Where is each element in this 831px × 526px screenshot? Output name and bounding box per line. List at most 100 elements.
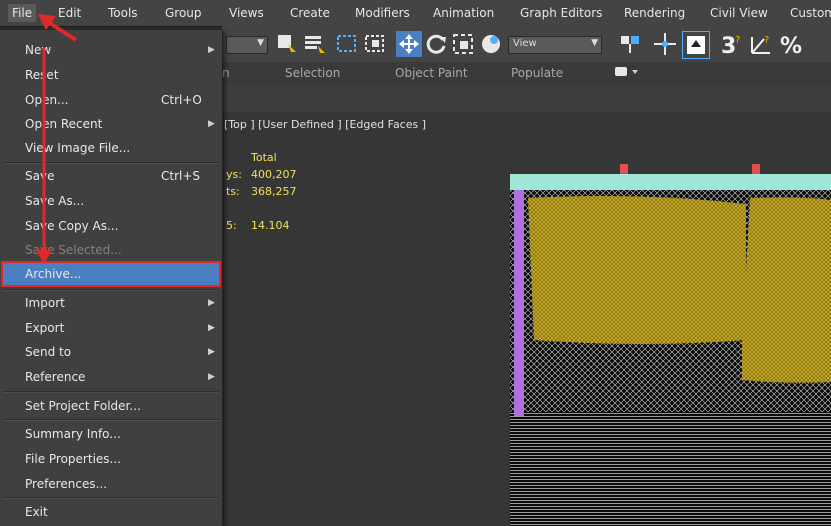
chevron-down-icon: ▼ xyxy=(591,38,598,48)
submenu-arrow-icon: ▶ xyxy=(208,347,215,357)
menu-item-label: File Properties... xyxy=(25,452,121,466)
viewport-label[interactable]: [Top ] [User Defined ] [Edged Faces ] xyxy=(224,118,426,131)
menu-animation[interactable]: Animation xyxy=(433,4,494,22)
menu-rendering[interactable]: Rendering xyxy=(624,4,685,22)
menu-group[interactable]: Group xyxy=(165,4,202,22)
selection-filter-dropdown[interactable]: ▼ xyxy=(226,36,268,54)
stats-fps-label: 5: xyxy=(226,219,237,232)
scale-icon[interactable] xyxy=(450,31,476,57)
menu-separator xyxy=(3,391,219,393)
menu-item-label: Export xyxy=(25,321,65,335)
stats-verts-value: 368,257 xyxy=(251,185,297,198)
select-and-manipulate-icon[interactable] xyxy=(652,31,678,57)
stats-polys-label: ys: xyxy=(226,168,242,181)
viewport-top[interactable] xyxy=(222,112,831,526)
menu-item-label: Save xyxy=(25,169,55,183)
menu-separator xyxy=(3,419,219,421)
menu-item-label: Reference xyxy=(25,370,86,384)
file-menu-exit[interactable]: Exit xyxy=(3,501,219,523)
file-menu-save-selected: Save Selected... xyxy=(3,239,219,261)
menu-separator xyxy=(3,497,219,499)
file-menu-set-project-folder[interactable]: Set Project Folder... xyxy=(3,395,219,417)
menu-item-label: Import xyxy=(25,296,65,310)
menu-create[interactable]: Create xyxy=(290,4,330,22)
menu-item-label: Open... xyxy=(25,93,69,107)
menu-item-label: New xyxy=(25,43,52,57)
ribbon-tab-selection[interactable]: Selection xyxy=(285,66,340,80)
menu-item-label: Preferences... xyxy=(25,477,108,491)
reference-coordinate-dropdown[interactable]: View ▼ xyxy=(508,36,602,54)
ribbon-tab-populate[interactable]: Populate xyxy=(511,66,563,80)
menu-separator xyxy=(3,162,219,164)
file-menu-file-properties[interactable]: File Properties... xyxy=(3,448,219,470)
ribbon-options-icon[interactable] xyxy=(614,65,640,82)
submenu-arrow-icon: ▶ xyxy=(208,323,215,333)
menu-bar: File Edit Tools Group Views Create Modif… xyxy=(0,0,831,27)
file-menu-view-image-file[interactable]: View Image File... xyxy=(3,137,219,159)
menu-item-label: Open Recent xyxy=(25,117,103,131)
ribbon-tab-partial[interactable]: n xyxy=(222,66,230,80)
file-menu-open[interactable]: Open... Ctrl+O xyxy=(3,89,219,111)
file-menu-summary-info[interactable]: Summary Info... xyxy=(3,423,219,445)
stats-polys-value: 400,207 xyxy=(251,168,297,181)
menu-item-label: Set Project Folder... xyxy=(25,399,141,413)
ribbon-panel xyxy=(222,86,831,113)
file-menu-import[interactable]: Import ▶ xyxy=(3,292,219,314)
menu-graph-editors[interactable]: Graph Editors xyxy=(520,4,602,22)
menu-item-label: Save Copy As... xyxy=(25,219,119,233)
file-menu-save-as[interactable]: Save As... xyxy=(3,190,219,212)
rectangular-selection-icon[interactable] xyxy=(334,31,360,57)
menu-edit[interactable]: Edit xyxy=(58,4,81,22)
svg-text:?: ? xyxy=(764,35,769,46)
percent-snap-icon[interactable]: % xyxy=(778,31,804,57)
ribbon-tabs: n Selection Object Paint Populate xyxy=(222,62,831,87)
main-toolbar: ▼ View ▼ 3? ? % xyxy=(222,26,831,63)
select-object-icon[interactable] xyxy=(274,31,300,57)
select-by-name-icon[interactable] xyxy=(302,31,328,57)
menu-item-label: Save Selected... xyxy=(25,243,122,257)
mesh-wireframe-image xyxy=(510,164,831,526)
menu-item-shortcut: Ctrl+O xyxy=(161,93,202,107)
file-menu-preferences[interactable]: Preferences... xyxy=(3,473,219,495)
menu-file[interactable]: File xyxy=(8,4,37,22)
snaps-toggle-icon[interactable]: 3? xyxy=(718,31,744,57)
window-crossing-icon[interactable] xyxy=(362,31,388,57)
menu-item-label: View Image File... xyxy=(25,141,131,155)
reference-coordinate-label: View xyxy=(513,38,537,49)
submenu-arrow-icon: ▶ xyxy=(208,119,215,129)
menu-tools[interactable]: Tools xyxy=(108,4,138,22)
menu-separator xyxy=(3,289,219,291)
pivot-point-icon[interactable] xyxy=(618,31,644,57)
svg-text:%: % xyxy=(780,34,802,57)
ribbon-tab-object-paint[interactable]: Object Paint xyxy=(395,66,468,80)
stats-total-header: Total xyxy=(251,151,277,164)
file-menu-export[interactable]: Export ▶ xyxy=(3,317,219,339)
angle-snap-icon[interactable]: ? xyxy=(748,31,774,57)
menu-item-label: Summary Info... xyxy=(25,427,121,441)
keyboard-shortcut-override-icon[interactable] xyxy=(682,31,710,59)
file-menu-reset[interactable]: Reset xyxy=(3,64,219,86)
menu-views[interactable]: Views xyxy=(229,4,264,22)
menu-item-label: Send to xyxy=(25,345,72,359)
menu-modifiers[interactable]: Modifiers xyxy=(355,4,410,22)
submenu-arrow-icon: ▶ xyxy=(208,298,215,308)
stats-verts-label: ts: xyxy=(226,185,240,198)
stats-fps-value: 14.104 xyxy=(251,219,290,232)
file-menu-save[interactable]: Save Ctrl+S xyxy=(3,165,219,187)
rotate-icon[interactable] xyxy=(424,31,450,57)
move-icon[interactable] xyxy=(396,31,422,57)
menu-item-label: Save As... xyxy=(25,194,85,208)
file-menu-dropdown: New ▶ Reset Open... Ctrl+O Open Recent ▶… xyxy=(0,30,223,526)
submenu-arrow-icon: ▶ xyxy=(208,45,215,55)
file-menu-open-recent[interactable]: Open Recent ▶ xyxy=(3,113,219,135)
file-menu-reference[interactable]: Reference ▶ xyxy=(3,366,219,388)
menu-custom[interactable]: Custom xyxy=(790,4,831,22)
file-menu-send-to[interactable]: Send to ▶ xyxy=(3,341,219,363)
file-menu-archive[interactable]: Archive... xyxy=(1,261,221,287)
file-menu-save-copy-as[interactable]: Save Copy As... xyxy=(3,215,219,237)
place-object-icon[interactable] xyxy=(478,31,504,57)
file-menu-new[interactable]: New ▶ xyxy=(3,39,219,61)
menu-civil-view[interactable]: Civil View xyxy=(710,4,768,22)
svg-text:?: ? xyxy=(735,35,740,46)
menu-item-label: Exit xyxy=(25,505,48,519)
